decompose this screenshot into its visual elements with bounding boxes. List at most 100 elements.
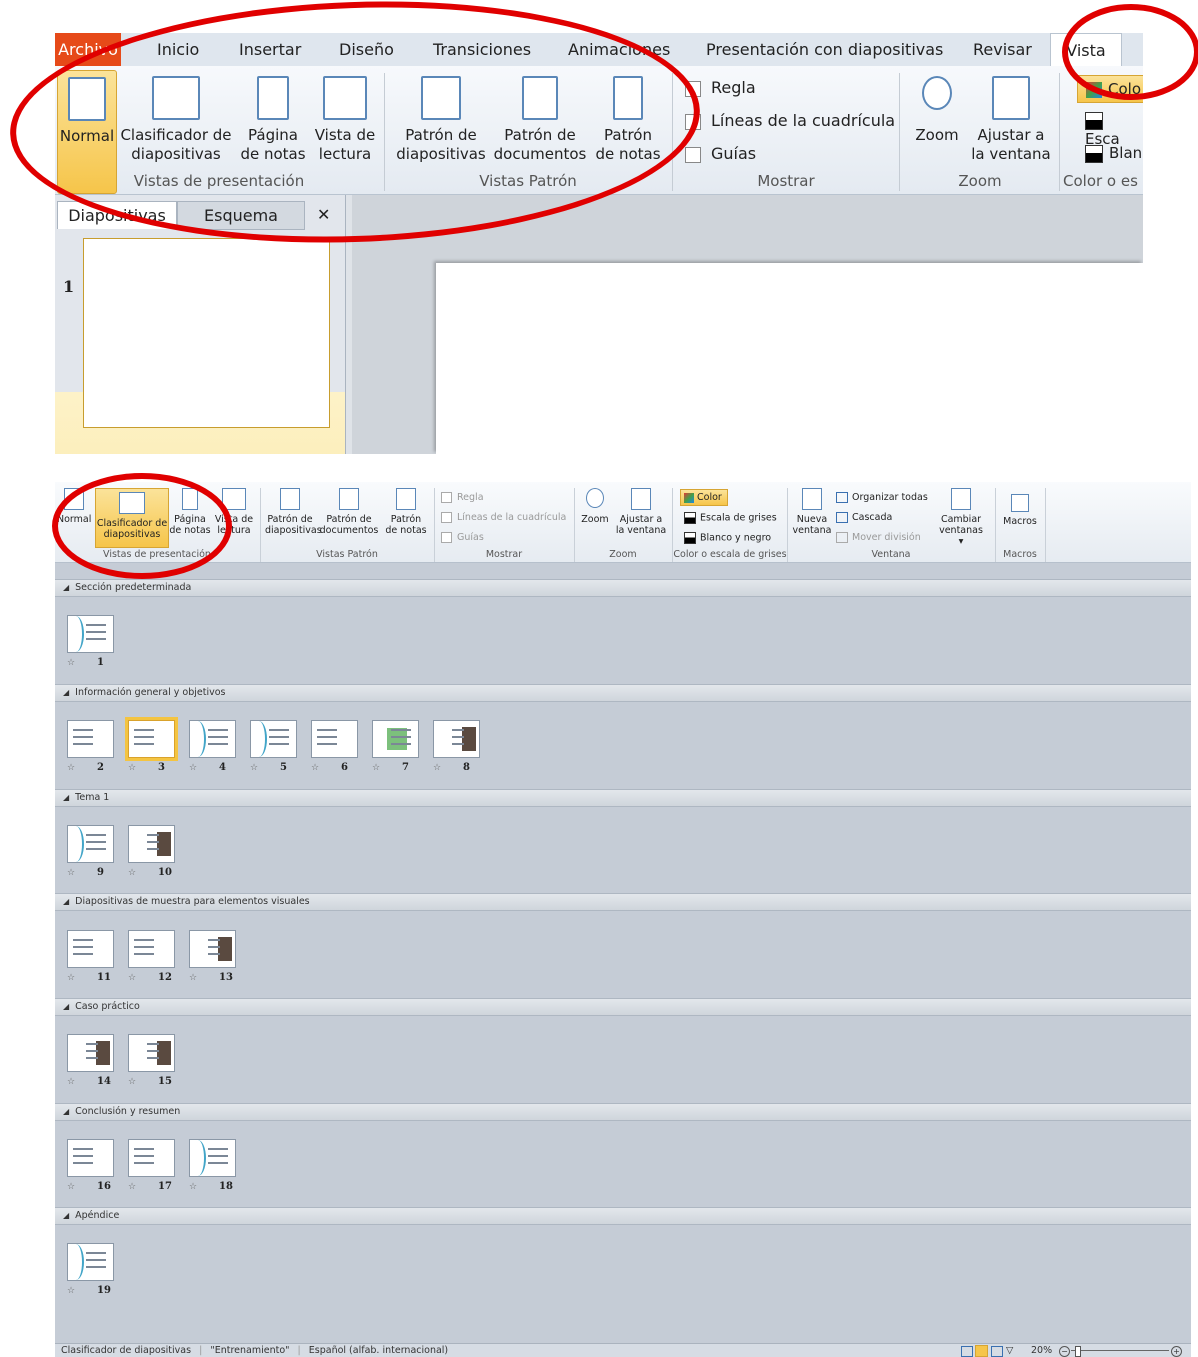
slide-thumbnail[interactable] <box>67 1243 114 1281</box>
slide-thumbnail[interactable] <box>83 238 330 428</box>
section-header[interactable]: ◢ Apéndice <box>55 1207 1191 1225</box>
slideshow-status-icon[interactable]: ▽ <box>1006 1344 1013 1357</box>
blackwhite-icon <box>1085 144 1103 163</box>
handout-master-button[interactable]: Patrón de documentos <box>319 488 379 536</box>
color-option[interactable]: Color <box>680 489 728 506</box>
move-split-button[interactable]: Mover división <box>836 532 921 543</box>
gridlines-checkbox[interactable]: Líneas de la cuadrícula <box>441 512 566 523</box>
new-window-button[interactable]: Nueva ventana <box>792 488 832 536</box>
slide-thumbnail[interactable] <box>189 1139 236 1177</box>
section-header[interactable]: ◢ Tema 1 <box>55 789 1191 807</box>
slide-thumbnail[interactable] <box>311 720 358 758</box>
notes-master-button[interactable]: Patrón de notas <box>383 488 429 536</box>
cascade-icon <box>836 512 848 523</box>
current-slide[interactable] <box>436 263 1143 454</box>
slide-sorter-button[interactable]: Clasificador de diapositivas <box>95 488 169 548</box>
slide-thumbnail[interactable] <box>67 615 114 653</box>
blackwhite-option[interactable]: Blan <box>1085 144 1142 163</box>
tab-diapositivas[interactable]: Diapositivas <box>57 201 177 229</box>
slide-thumbnail[interactable] <box>128 930 175 968</box>
zoom-out-icon[interactable]: − <box>1059 1346 1070 1357</box>
zoom-in-icon[interactable]: + <box>1171 1346 1182 1357</box>
group-divider <box>1059 73 1060 191</box>
slide-thumbnail[interactable] <box>67 1034 114 1072</box>
normal-view-button[interactable]: Normal <box>57 488 91 525</box>
tab-presentacion[interactable]: Presentación con diapositivas <box>706 33 943 66</box>
thumbnail-graphic <box>68 616 84 652</box>
ruler-label: Regla <box>457 492 484 503</box>
slide-thumbnail[interactable] <box>189 930 236 968</box>
grayscale-option[interactable]: Esca <box>1085 111 1143 148</box>
reading-view-button[interactable]: Vista de lectura <box>310 76 380 164</box>
zoom-button[interactable]: Zoom <box>579 488 611 525</box>
slide-thumbnail[interactable] <box>67 825 114 863</box>
slide-thumbnail[interactable] <box>372 720 419 758</box>
tab-archivo[interactable]: Archivo <box>55 33 121 66</box>
slide-thumbnail[interactable] <box>189 720 236 758</box>
macros-button[interactable]: Macros <box>999 494 1041 527</box>
notes-master-button[interactable]: Patrón de notas <box>591 76 665 164</box>
slide-thumbnail[interactable] <box>128 1139 175 1177</box>
notes-page-button[interactable]: Página de notas <box>169 488 211 536</box>
tab-inicio[interactable]: Inicio <box>157 33 199 66</box>
zoom-label: Zoom <box>915 126 959 144</box>
slide-thumbnail[interactable] <box>250 720 297 758</box>
tab-animaciones[interactable]: Animaciones <box>568 33 670 66</box>
slide-thumbnail[interactable] <box>433 720 480 758</box>
thumbnail-text-line <box>73 939 93 941</box>
guides-checkbox[interactable]: Guías <box>685 144 756 163</box>
slide-master-button[interactable]: Patrón de diapositivas <box>393 76 489 164</box>
handout-master-button[interactable]: Patrón de documentos <box>491 76 589 164</box>
normal-view-icon <box>68 77 106 121</box>
section-header[interactable]: ◢ Caso práctico <box>55 998 1191 1016</box>
slide-thumbnail[interactable] <box>67 720 114 758</box>
slide-thumbnail[interactable] <box>128 825 175 863</box>
section-header[interactable]: ◢ Información general y objetivos <box>55 684 1191 702</box>
zoom-button[interactable]: Zoom <box>910 76 964 145</box>
slide-sorter-button[interactable]: Clasificador de diapositivas <box>117 76 235 164</box>
gridlines-checkbox[interactable]: Líneas de la cuadrícula <box>685 111 895 130</box>
tab-vista[interactable]: Vista <box>1050 33 1122 67</box>
slide-master-button[interactable]: Patrón de diapositivas <box>265 488 322 536</box>
fit-window-button[interactable]: Ajustar a la ventana <box>615 488 667 536</box>
fit-window-button[interactable]: Ajustar a la ventana <box>967 76 1055 164</box>
tab-transiciones[interactable]: Transiciones <box>433 33 531 66</box>
section-header[interactable]: ◢ Diapositivas de muestra para elementos … <box>55 893 1191 911</box>
slide-thumbnail[interactable] <box>67 930 114 968</box>
tab-diseno[interactable]: Diseño <box>339 33 394 66</box>
thumbnail-text-line <box>134 1155 154 1157</box>
ruler-checkbox[interactable]: Regla <box>441 492 484 503</box>
section-header[interactable]: ◢ Conclusión y resumen <box>55 1103 1191 1121</box>
zoom-percent[interactable]: 20% <box>1031 1344 1052 1357</box>
reading-view-button[interactable]: Vista de lectura <box>213 488 255 536</box>
blackwhite-option[interactable]: Blanco y negro <box>684 532 771 544</box>
tab-insertar[interactable]: Insertar <box>239 33 301 66</box>
notes-page-label-1: Página <box>248 126 298 144</box>
guides-checkbox[interactable]: Guías <box>441 532 484 543</box>
switch-windows-button[interactable]: Cambiar ventanas ▾ <box>937 488 985 547</box>
reading-view-status-icon[interactable] <box>991 1346 1003 1357</box>
section-header[interactable]: ◢ Sección predeterminada <box>55 579 1191 597</box>
status-theme[interactable]: "Entrenamiento" <box>210 1345 289 1356</box>
slide-thumbnail[interactable] <box>67 1139 114 1177</box>
close-panel-icon[interactable]: ✕ <box>317 201 330 228</box>
slide-thumbnail[interactable] <box>125 717 178 761</box>
tab-revisar[interactable]: Revisar <box>973 33 1032 66</box>
ruler-checkbox[interactable]: Regla <box>685 78 756 97</box>
arrange-all-button[interactable]: Organizar todas <box>836 492 928 503</box>
zoom-slider-thumb[interactable] <box>1075 1346 1081 1357</box>
color-option[interactable]: Colo <box>1077 75 1143 103</box>
normal-view-label: Normal <box>57 514 92 525</box>
status-language[interactable]: Español (alfab. internacional) <box>309 1345 448 1356</box>
blackwhite-icon <box>684 532 696 544</box>
slide-thumbnail[interactable] <box>128 1034 175 1072</box>
thumbnail-text-line <box>86 624 106 626</box>
cascade-button[interactable]: Cascada <box>836 512 892 523</box>
zoom-slider[interactable] <box>1071 1350 1169 1351</box>
sorter-view-status-icon[interactable] <box>975 1345 988 1357</box>
normal-view-status-icon[interactable] <box>961 1346 973 1357</box>
tab-esquema[interactable]: Esquema <box>177 201 305 230</box>
switch-windows-icon <box>951 488 971 510</box>
notes-page-button[interactable]: Página de notas <box>238 76 308 164</box>
grayscale-option[interactable]: Escala de grises <box>684 512 777 524</box>
